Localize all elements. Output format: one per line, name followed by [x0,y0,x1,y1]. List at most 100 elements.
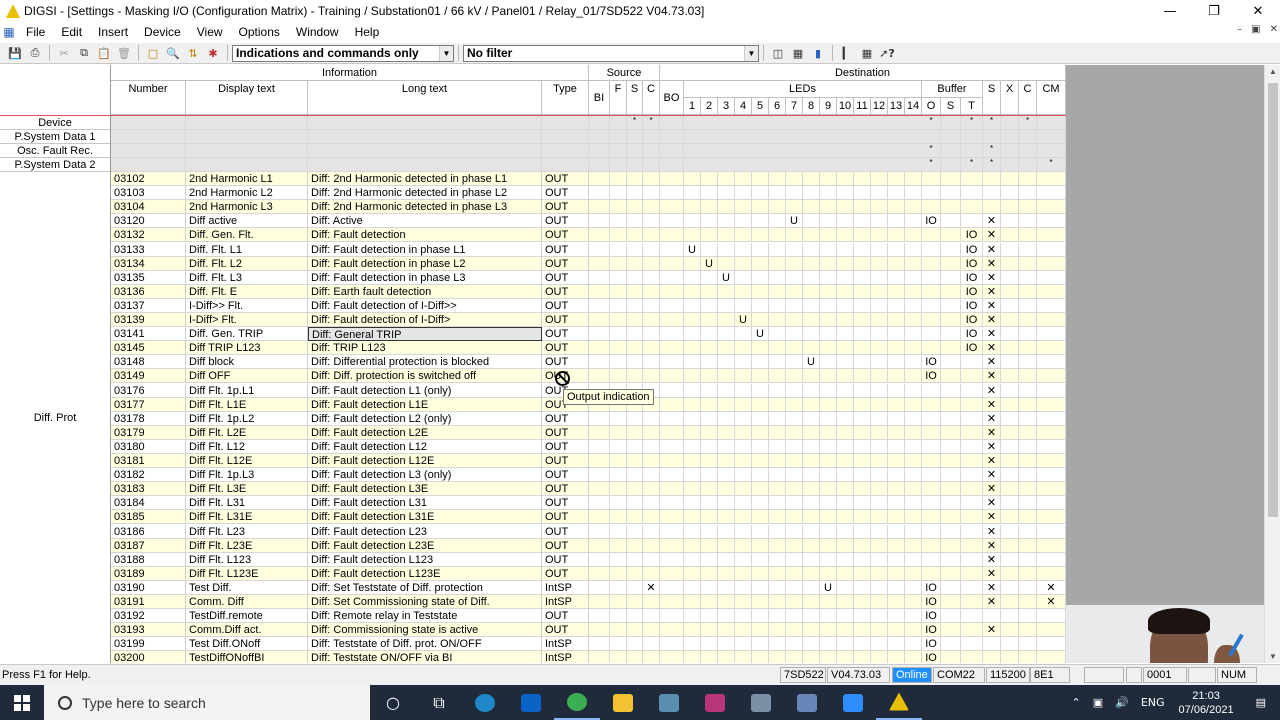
cell-led-12[interactable] [871,595,888,609]
cell-led-6[interactable] [769,482,786,497]
cell-bi[interactable] [589,355,610,370]
group-mark[interactable] [1037,116,1066,130]
cell-long-text[interactable]: Diff: Fault detection L123 [308,552,542,567]
cell-led-4[interactable] [735,341,752,356]
cell-number[interactable]: 03176 [111,383,186,398]
cell-led-13[interactable] [888,524,905,539]
cell-buffer-o[interactable]: IO [922,637,941,652]
show-hidden-icon[interactable]: ⌃ [1066,696,1087,709]
app-window-icon[interactable] [738,685,784,720]
cell-buffer-o[interactable] [922,242,941,257]
expand-icon[interactable]: ▦ [858,45,876,61]
cell-led-11[interactable] [854,411,871,426]
cell-cm[interactable] [1037,397,1066,412]
cell-led-13[interactable] [888,623,905,638]
cell-led-6[interactable] [769,284,786,299]
cell-led-5[interactable] [752,651,769,663]
cell-number[interactable]: 03178 [111,411,186,426]
cell-led-13[interactable] [888,256,905,271]
cell-c-source[interactable] [643,425,660,440]
cell-led-13[interactable] [888,637,905,652]
cell-led-9[interactable] [820,270,837,285]
cell-led-6[interactable] [769,228,786,243]
cell-led-7[interactable] [786,595,803,609]
cell-dest-x[interactable] [1001,439,1019,454]
cell-type[interactable]: OUT [542,186,589,201]
cell-type[interactable]: OUT [542,496,589,511]
cell-led-9[interactable] [820,355,837,370]
source-view-icon[interactable]: ▮ [809,45,827,61]
cell-led-9[interactable] [820,538,837,553]
cell-led-5[interactable] [752,637,769,652]
cell-f[interactable] [610,454,627,468]
cell-led-14[interactable] [905,510,922,525]
cell-led-14[interactable] [905,468,922,483]
cell-type[interactable]: OUT [542,355,589,370]
cell-led-9[interactable] [820,552,837,567]
cell-type[interactable]: OUT [542,341,589,356]
cell-led-1[interactable] [684,270,701,285]
cell-bi[interactable] [589,425,610,440]
cell-dest-s[interactable]: ✕ [983,270,1001,285]
cell-led-14[interactable] [905,566,922,581]
cell-led-11[interactable] [854,172,871,186]
cell-led-12[interactable] [871,284,888,299]
cell-led-6[interactable] [769,496,786,511]
cell-led-13[interactable] [888,186,905,201]
volume-icon[interactable]: 🔊 [1109,696,1135,709]
cell-cm[interactable] [1037,355,1066,370]
cell-f[interactable] [610,623,627,638]
cell-led-12[interactable] [871,609,888,624]
cell-led-6[interactable] [769,538,786,553]
cell-f[interactable] [610,172,627,186]
cell-cm[interactable] [1037,566,1066,581]
cell-led-8[interactable] [803,454,820,468]
cell-buffer-t[interactable] [961,524,983,539]
cell-type[interactable]: OUT [542,425,589,440]
cell-display-text[interactable]: Diff Flt. L31E [186,510,308,525]
header-c[interactable]: C [643,81,660,115]
cell-led-9[interactable] [820,327,837,342]
table-row[interactable]: 03184 Diff Flt. L31 Diff: Fault detection … [111,496,1066,511]
cell-type[interactable]: OUT [542,214,589,229]
cell-buffer-o[interactable]: IO [922,369,941,384]
cell-long-text[interactable]: Diff: Earth fault detection [308,284,542,299]
task-view-icon[interactable]: ⧉ [416,685,462,720]
cell-dest-c[interactable] [1019,313,1037,327]
cell-type[interactable]: OUT [542,454,589,468]
header-destination[interactable]: Destination [660,65,1066,81]
cell-dest-x[interactable] [1001,651,1019,663]
cell-led-2[interactable] [701,313,718,327]
cell-led-6[interactable] [769,172,786,186]
cell-long-text[interactable]: Diff: Fault detection L23E [308,538,542,553]
scroll-up-icon[interactable]: ▲ [1265,67,1280,76]
cell-led-3[interactable] [718,341,735,356]
cell-cm[interactable] [1037,482,1066,497]
header-led-14[interactable]: 14 [905,98,922,115]
cell-led-8[interactable] [803,397,820,412]
cell-buffer-t[interactable] [961,369,983,384]
cell-f[interactable] [610,609,627,624]
cell-number[interactable]: 03133 [111,242,186,257]
cell-s[interactable] [627,609,643,624]
cell-dest-c[interactable] [1019,566,1037,581]
cell-led-13[interactable] [888,172,905,186]
cell-led-10[interactable] [837,637,854,652]
cell-led-11[interactable] [854,242,871,257]
group-mark[interactable] [1019,144,1037,158]
cell-buffer-t[interactable] [961,623,983,638]
group-diff-prot[interactable]: Diff. Prot [0,172,110,663]
cell-bi[interactable] [589,186,610,201]
table-row[interactable]: 03188 Diff Flt. L123 Diff: Fault detection… [111,552,1066,567]
cell-led-5[interactable] [752,580,769,595]
cell-led-10[interactable] [837,270,854,285]
cell-led-4[interactable] [735,298,752,313]
cell-dest-s[interactable]: ✕ [983,214,1001,229]
cell-s[interactable] [627,425,643,440]
cell-led-11[interactable] [854,355,871,370]
cell-c-source[interactable] [643,284,660,299]
cell-led-12[interactable] [871,425,888,440]
table-row[interactable]: 03190 Test Diff. Diff: Set Teststate of Di… [111,580,1066,595]
cell-long-text[interactable]: Diff: Differential protection is blocked [308,355,542,370]
cell-led-4[interactable] [735,637,752,652]
